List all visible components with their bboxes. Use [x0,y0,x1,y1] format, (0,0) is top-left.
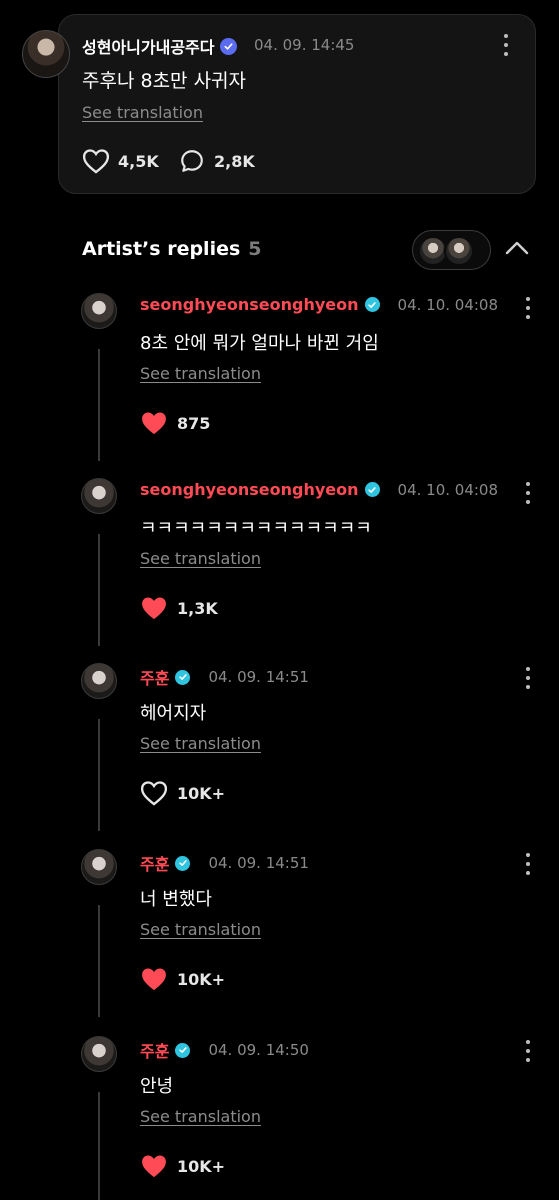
artist-replies-count: 5 [248,238,262,260]
reply-more-icon[interactable] [525,853,531,875]
artist-replies-header: Artist’s replies 5 [82,238,262,260]
post-timestamp: 04. 09. 14:45 [254,36,355,54]
heart-filled-icon [142,1155,166,1178]
reply-text: 헤어지자 [140,703,207,724]
verified-badge-icon [364,297,380,312]
reply-author-name[interactable]: 주훈 [140,851,169,875]
reply-author-name[interactable]: 주훈 [140,665,169,689]
reply-text: ㅋㅋㅋㅋㅋㅋㅋㅋㅋㅋㅋㅋㅋㅋ [140,518,372,539]
reply-more-icon[interactable] [525,297,531,319]
reply-like-count: 10K+ [177,1156,226,1176]
thread-line [98,534,100,646]
heart-filled-icon [142,412,166,435]
post-author-avatar[interactable] [22,30,70,78]
reply-header: 주훈 04. 09. 14:51 [140,665,309,689]
reply-header: 주훈 04. 09. 14:51 [140,851,309,875]
reply-like-button[interactable]: 10K+ [140,966,225,992]
post-comment-count: 2,8K [214,151,255,171]
post-see-translation-link[interactable]: See translation [82,103,203,122]
reply-text: 8초 안에 뭐가 얼마나 바뀐 거임 [140,333,379,354]
verified-badge-icon [175,1042,191,1058]
reply-timestamp: 04. 09. 14:50 [208,1041,309,1059]
reply-see-translation-link[interactable]: See translation [140,734,261,753]
reply-avatar[interactable] [81,478,117,514]
reply-timestamp: 04. 09. 14:51 [208,854,309,872]
reply-see-translation-link[interactable]: See translation [140,364,261,383]
reply-like-button[interactable]: 10K+ [140,780,225,806]
reply-like-count: 10K+ [177,783,226,803]
artist-replies-title: Artist’s replies [82,238,241,260]
reply-header: seonghyeonseonghyeon 04. 10. 04:08 [140,480,498,499]
post-author[interactable]: 성현아니가내공주다 [82,34,238,58]
verified-badge-icon [364,482,380,497]
reply-like-button[interactable]: 875 [140,410,210,436]
reply-like-button[interactable]: 1,3K [140,595,218,621]
post-comment-button[interactable]: 2,8K [178,148,255,174]
reply-see-translation-link[interactable]: See translation [140,1107,261,1126]
thread-line [98,1092,100,1200]
reply-like-count: 875 [177,413,211,433]
post-like-count: 4,5K [118,151,159,171]
post-author-name[interactable]: 성현아니가내공주다 [82,34,214,58]
thread-line [98,905,100,1017]
reply-avatar[interactable] [81,293,117,329]
comment-bubble-icon [181,150,203,172]
reply-see-translation-link[interactable]: See translation [140,549,261,568]
reply-author-name[interactable]: 주훈 [140,1038,169,1062]
reply-more-icon[interactable] [525,482,531,504]
reply-timestamp: 04. 10. 04:08 [397,480,499,499]
reply-header: seonghyeonseonghyeon 04. 10. 04:08 [140,295,498,314]
reply-author-name[interactable]: seonghyeonseonghyeon [140,295,359,314]
verified-badge-icon [220,37,238,55]
reply-like-count: 10K+ [177,969,226,989]
thread-line [98,719,100,831]
thread-line [98,349,100,461]
reply-avatar[interactable] [81,1036,117,1072]
reply-timestamp: 04. 09. 14:51 [208,668,309,686]
verified-badge-icon [175,855,191,871]
reply-more-icon[interactable] [525,1040,531,1062]
heart-outline-icon [82,149,110,174]
heart-filled-icon [142,597,166,620]
post-like-button[interactable]: 4,5K [82,148,159,174]
heart-filled-icon [142,968,166,991]
replier-avatar [444,236,474,266]
reply-author-name[interactable]: seonghyeonseonghyeon [140,480,359,499]
reply-text: 너 변했다 [140,889,212,910]
replier-avatar-stack[interactable] [412,230,491,270]
verified-badge-icon [175,669,191,685]
reply-timestamp: 04. 10. 04:08 [397,295,499,314]
post-text: 주후나 8초만 사귀자 [82,70,247,92]
reply-header: 주훈 04. 09. 14:50 [140,1038,309,1062]
reply-more-icon[interactable] [525,667,531,689]
post-more-icon[interactable] [503,34,509,56]
reply-avatar[interactable] [81,849,117,885]
reply-avatar[interactable] [81,663,117,699]
reply-text: 안녕 [140,1076,174,1097]
reply-see-translation-link[interactable]: See translation [140,920,261,939]
chevron-up-icon[interactable] [504,238,530,258]
reply-like-count: 1,3K [177,598,218,618]
reply-like-button[interactable]: 10K+ [140,1153,225,1179]
heart-outline-icon [140,781,168,806]
